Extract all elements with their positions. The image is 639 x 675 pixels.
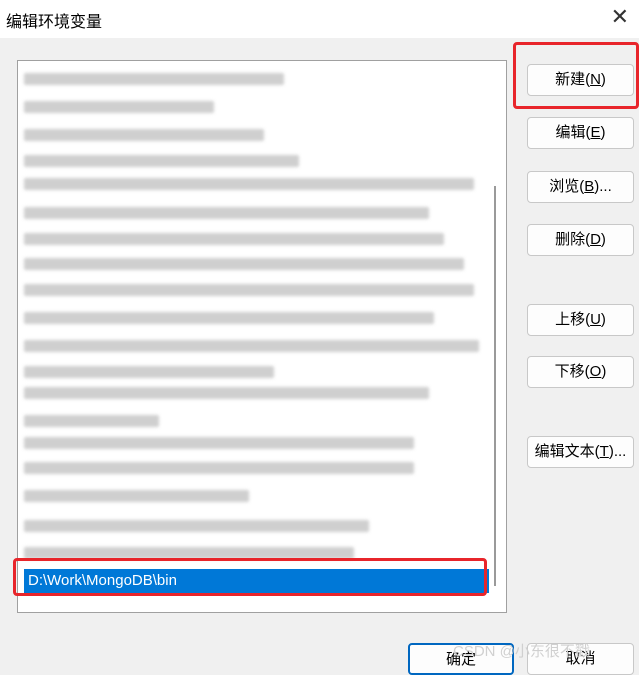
list-item[interactable] xyxy=(24,411,159,429)
browse-button[interactable]: 浏览(B)... xyxy=(527,171,634,203)
list-item[interactable] xyxy=(24,125,264,143)
edit-button[interactable]: 编辑(E) xyxy=(527,117,634,149)
close-icon[interactable]: ✕ xyxy=(611,4,629,30)
watermark: CSDN @小东很不戳 xyxy=(453,643,590,660)
list-item[interactable] xyxy=(24,254,464,272)
list-item[interactable] xyxy=(24,516,369,534)
list-item[interactable] xyxy=(24,486,249,504)
list-item[interactable] xyxy=(24,362,274,380)
list-item[interactable] xyxy=(24,69,284,87)
list-item[interactable] xyxy=(24,97,214,115)
scrollbar[interactable] xyxy=(494,186,496,586)
list-item[interactable] xyxy=(24,151,299,169)
path-list[interactable]: D:\Work\MongoDB\bin xyxy=(17,60,507,613)
move-down-button[interactable]: 下移(O) xyxy=(527,356,634,388)
list-item[interactable] xyxy=(24,383,429,401)
list-item[interactable] xyxy=(24,203,429,221)
new-button[interactable]: 新建(N) xyxy=(527,64,634,96)
list-item[interactable] xyxy=(24,336,479,354)
list-item[interactable] xyxy=(24,280,474,298)
list-item[interactable] xyxy=(24,229,444,247)
list-item[interactable] xyxy=(24,174,474,192)
edit-text-button[interactable]: 编辑文本(T)... xyxy=(527,436,634,468)
title-bar: 编辑环境变量 ✕ xyxy=(0,0,639,38)
delete-button[interactable]: 删除(D) xyxy=(527,224,634,256)
list-item[interactable] xyxy=(24,458,414,476)
window-title: 编辑环境变量 xyxy=(6,14,103,31)
selected-list-item[interactable]: D:\Work\MongoDB\bin xyxy=(24,569,489,593)
list-item[interactable] xyxy=(24,308,434,326)
move-up-button[interactable]: 上移(U) xyxy=(527,304,634,336)
list-item[interactable] xyxy=(24,543,354,561)
list-item[interactable] xyxy=(24,433,414,451)
